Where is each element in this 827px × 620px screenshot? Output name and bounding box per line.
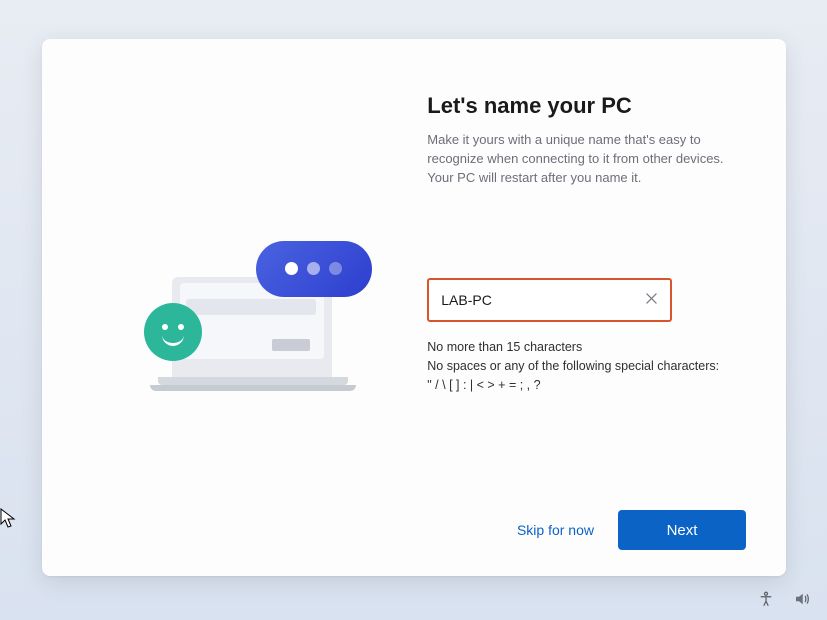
laptop-url-bar (186, 299, 316, 315)
pc-illustration (150, 249, 360, 389)
laptop-base (158, 377, 348, 385)
clear-input-button[interactable] (640, 289, 662, 311)
pc-name-field-wrap[interactable] (427, 278, 672, 322)
page-subtitle: Make it yours with a unique name that's … (427, 131, 746, 188)
page-title: Let's name your PC (427, 93, 746, 119)
pc-name-input[interactable] (441, 292, 640, 308)
illustration-pane (82, 87, 427, 550)
laptop-foot (150, 385, 356, 391)
input-rules: No more than 15 characters No spaces or … (427, 338, 746, 396)
dot-icon (307, 262, 320, 275)
close-icon (646, 292, 657, 307)
rule-line: No spaces or any of the following specia… (427, 357, 746, 376)
next-button[interactable]: Next (618, 510, 746, 550)
footer-actions: Skip for now Next (511, 510, 746, 550)
rule-line: " / \ [ ] : | < > + = ; , ? (427, 376, 746, 395)
rule-line: No more than 15 characters (427, 338, 746, 357)
accessibility-icon[interactable] (757, 590, 775, 608)
dot-icon (285, 262, 298, 275)
dot-icon (329, 262, 342, 275)
skip-link[interactable]: Skip for now (511, 514, 600, 546)
setup-card: Let's name your PC Make it yours with a … (42, 39, 786, 576)
laptop-content-block (272, 339, 310, 351)
form-pane: Let's name your PC Make it yours with a … (427, 87, 746, 550)
chat-bubble-icon (256, 241, 372, 297)
smiley-face-icon (144, 303, 202, 361)
system-tray (757, 590, 811, 608)
content-row: Let's name your PC Make it yours with a … (82, 87, 746, 550)
volume-icon[interactable] (793, 590, 811, 608)
